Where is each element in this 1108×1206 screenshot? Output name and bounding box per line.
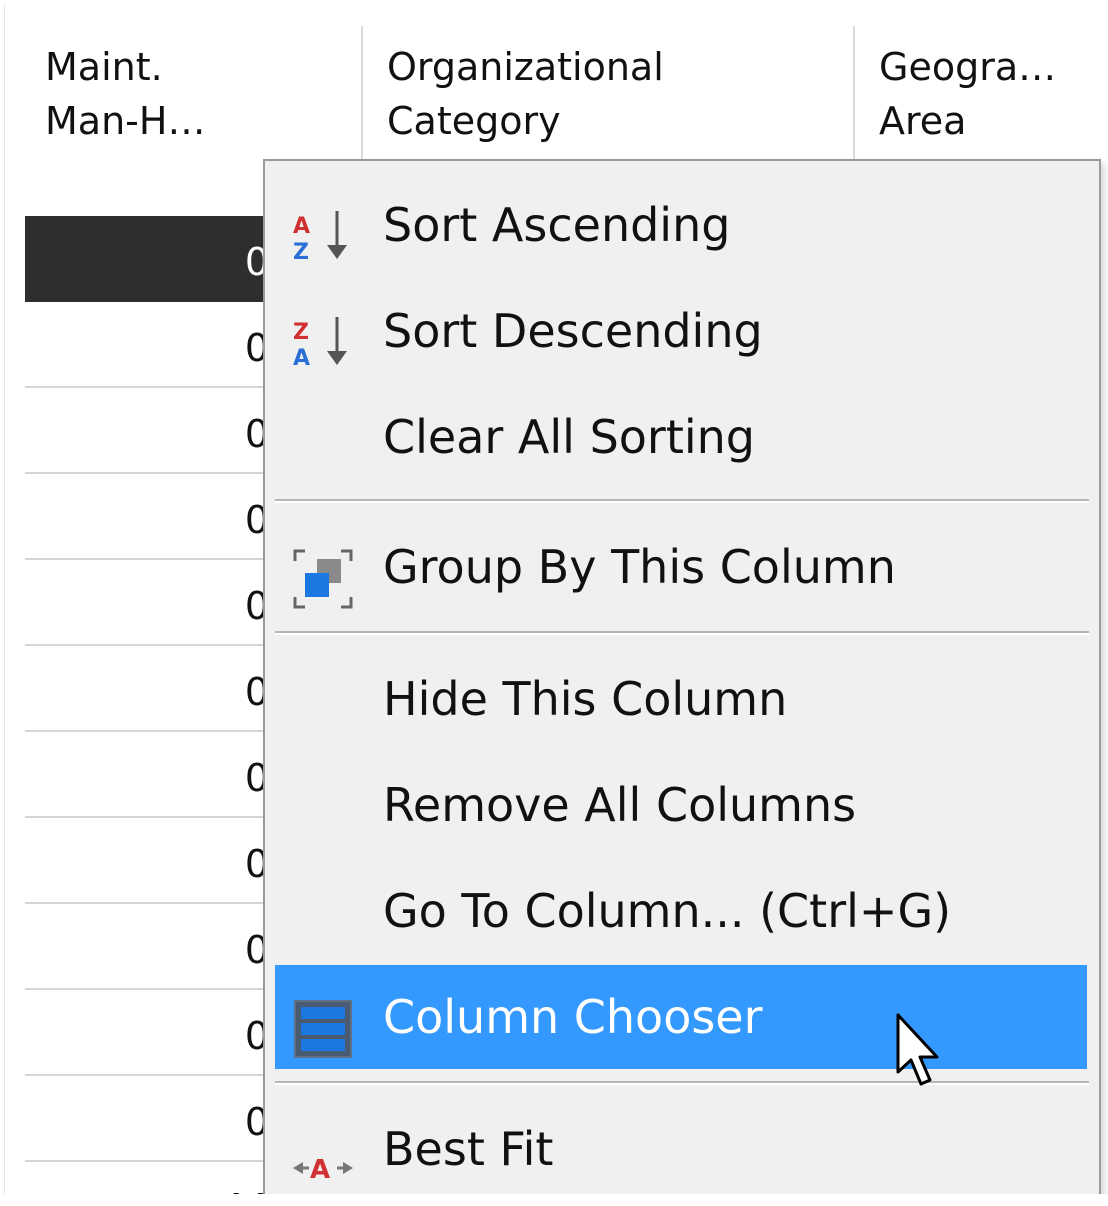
table-row[interactable]: 0 — [25, 474, 275, 560]
table-row[interactable]: 0 — [25, 904, 275, 990]
sort-ascending-icon: A Z — [291, 201, 355, 265]
column-header-organizational-category[interactable]: Organizational Category — [361, 26, 853, 166]
column-header-text: Category — [387, 99, 561, 143]
menu-separator — [275, 499, 1089, 503]
menu-item-group-by-this-column[interactable]: Group By This Column — [275, 515, 1087, 619]
mouse-cursor-icon — [896, 1013, 939, 1086]
svg-text:Z: Z — [293, 320, 309, 345]
menu-item-label: Hide This Column — [383, 672, 788, 726]
menu-item-label: Remove All Columns — [383, 778, 857, 832]
menu-item-label: Clear All Sorting — [383, 410, 755, 464]
table-row[interactable]: 0 — [25, 216, 275, 302]
menu-item-clear-all-sorting[interactable]: Clear All Sorting — [275, 385, 1087, 489]
table-row[interactable]: 0 — [25, 818, 275, 904]
menu-item-sort-descending[interactable]: Z A Sort Descending — [275, 279, 1087, 383]
menu-item-label: Column Chooser — [383, 990, 763, 1044]
grid-view: Maint. Man-H… Organizational Category Ge… — [4, 4, 1108, 1194]
menu-item-label: Sort Ascending — [383, 198, 731, 252]
table-row[interactable]: 0 — [25, 732, 275, 818]
column-header-text: Man-H… — [45, 99, 206, 143]
table-row[interactable]: 0 — [25, 560, 275, 646]
svg-text:A: A — [310, 1155, 330, 1185]
best-fit-icon: A — [291, 1125, 355, 1185]
menu-item-label: Go To Column... (Ctrl+G) — [383, 884, 952, 938]
column-header-geographic-area[interactable]: Geogra… Area — [853, 26, 1108, 166]
menu-item-hide-this-column[interactable]: Hide This Column — [275, 647, 1087, 751]
table-cell: 44 — [221, 1186, 269, 1194]
column-chooser-icon — [291, 993, 355, 1058]
column-header-text: Geogra… — [879, 45, 1057, 89]
menu-item-go-to-column[interactable]: Go To Column... (Ctrl+G) — [275, 859, 1087, 963]
menu-item-label: Best Fit — [383, 1122, 554, 1176]
svg-text:A: A — [293, 214, 310, 239]
column-context-menu: A Z Sort Ascending Z A Sort Descending C… — [263, 159, 1101, 1194]
sort-descending-icon: Z A — [291, 307, 355, 371]
menu-item-column-chooser[interactable]: Column Chooser — [275, 965, 1087, 1069]
menu-item-label: Group By This Column — [383, 540, 896, 594]
svg-text:Z: Z — [293, 240, 309, 265]
group-by-icon — [291, 543, 355, 609]
table-row[interactable]: 0 — [25, 990, 275, 1076]
menu-item-remove-all-columns[interactable]: Remove All Columns — [275, 753, 1087, 857]
column-header-text: Maint. — [45, 45, 163, 89]
column-header-text: Area — [879, 99, 967, 143]
table-row[interactable]: 44 — [25, 1162, 275, 1194]
table-row[interactable]: 0 — [25, 388, 275, 474]
column-header-text: Organizational — [387, 45, 664, 89]
table-row[interactable]: 0 — [25, 646, 275, 732]
table-row[interactable]: 0 — [25, 1076, 275, 1162]
menu-item-best-fit[interactable]: A Best Fit — [275, 1097, 1087, 1194]
svg-text:A: A — [293, 346, 310, 371]
menu-item-sort-ascending[interactable]: A Z Sort Ascending — [275, 173, 1087, 277]
menu-separator — [275, 1081, 1089, 1085]
table-row[interactable]: 0 — [25, 302, 275, 388]
menu-separator — [275, 631, 1089, 635]
menu-item-label: Sort Descending — [383, 304, 763, 358]
column-header-maint-man-hours[interactable]: Maint. Man-H… — [25, 26, 361, 166]
